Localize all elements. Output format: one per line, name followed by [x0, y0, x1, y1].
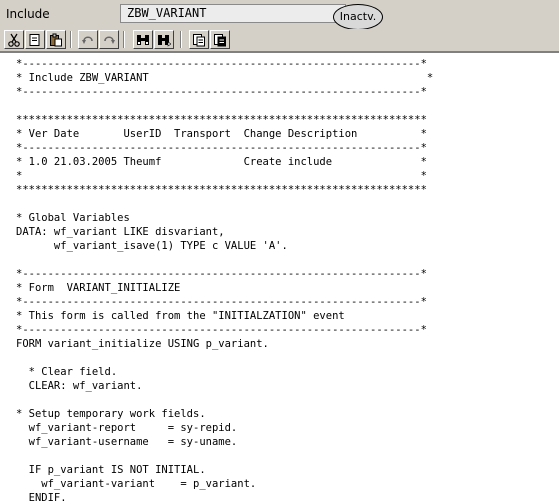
- code-line: * 1.0 21.03.2005 Theumf Create include *: [16, 156, 427, 168]
- editor-toolbar: [0, 29, 559, 52]
- code-line: ENDIF.: [16, 492, 67, 504]
- code-line: FORM variant_initialize USING p_variant.: [16, 338, 269, 350]
- code-line: wf_variant-report = sy-repid.: [16, 422, 238, 434]
- toolbar-separator: [180, 31, 182, 48]
- binoculars-next-icon: [157, 33, 171, 47]
- copy-icon: [28, 33, 42, 47]
- copy-button[interactable]: [25, 30, 45, 49]
- code-line: *---------------------------------------…: [16, 58, 427, 70]
- code-line: * Global Variables: [16, 212, 130, 224]
- cut-button[interactable]: [4, 30, 24, 49]
- code-line: ****************************************…: [16, 114, 427, 126]
- redo-icon: [102, 33, 116, 47]
- code-line: ****************************************…: [16, 184, 427, 196]
- include-header: Include ZBW_VARIANT Inactv.: [0, 0, 559, 30]
- code-line: wf_variant_isave(1) TYPE c VALUE 'A'.: [16, 240, 288, 252]
- paste-button[interactable]: [46, 30, 66, 49]
- abap-editor[interactable]: *---------------------------------------…: [0, 52, 559, 504]
- undo-button[interactable]: [78, 30, 98, 49]
- pretty-printer-button[interactable]: [210, 30, 230, 49]
- scissors-icon: [7, 33, 21, 47]
- code-line: * Include ZBW_VARIANT *: [16, 72, 434, 84]
- code-line: * Form VARIANT_INITIALIZE: [16, 282, 181, 294]
- code-line: *---------------------------------------…: [16, 86, 427, 98]
- code-line: * Ver Date UserID Transport Change Descr…: [16, 128, 427, 140]
- code-line: CLEAR: wf_variant.: [16, 380, 143, 392]
- code-area[interactable]: *---------------------------------------…: [16, 57, 433, 504]
- program-name-field[interactable]: ZBW_VARIANT: [120, 4, 346, 23]
- code-line: DATA: wf_variant LIKE disvariant,: [16, 226, 225, 238]
- code-line: *---------------------------------------…: [16, 324, 427, 336]
- code-line: * This form is called from the "INITIALZ…: [16, 310, 345, 322]
- clipboard-icon: [49, 33, 63, 47]
- format-icon: [213, 33, 227, 47]
- find-button[interactable]: [133, 30, 153, 49]
- code-line: * Clear field.: [16, 366, 118, 378]
- redo-button[interactable]: [99, 30, 119, 49]
- include-label: Include: [6, 7, 50, 21]
- undo-icon: [81, 33, 95, 47]
- code-line: *---------------------------------------…: [16, 142, 427, 154]
- binoculars-icon: [136, 33, 150, 47]
- insert-pattern-button[interactable]: [189, 30, 209, 49]
- code-line: * *: [16, 170, 427, 182]
- code-line: wf_variant-username = sy-uname.: [16, 436, 238, 448]
- code-line: *---------------------------------------…: [16, 268, 427, 280]
- find-next-button[interactable]: [154, 30, 174, 49]
- toolbar-separator: [70, 31, 72, 48]
- toolbar-separator: [123, 31, 125, 48]
- insert-icon: [192, 33, 206, 47]
- code-line: wf_variant-variant = p_variant.: [16, 478, 257, 490]
- code-line: IF p_variant IS NOT INITIAL.: [16, 464, 206, 476]
- status-badge: Inactv.: [333, 4, 383, 30]
- code-line: * Setup temporary work fields.: [16, 408, 206, 420]
- code-line: *---------------------------------------…: [16, 296, 427, 308]
